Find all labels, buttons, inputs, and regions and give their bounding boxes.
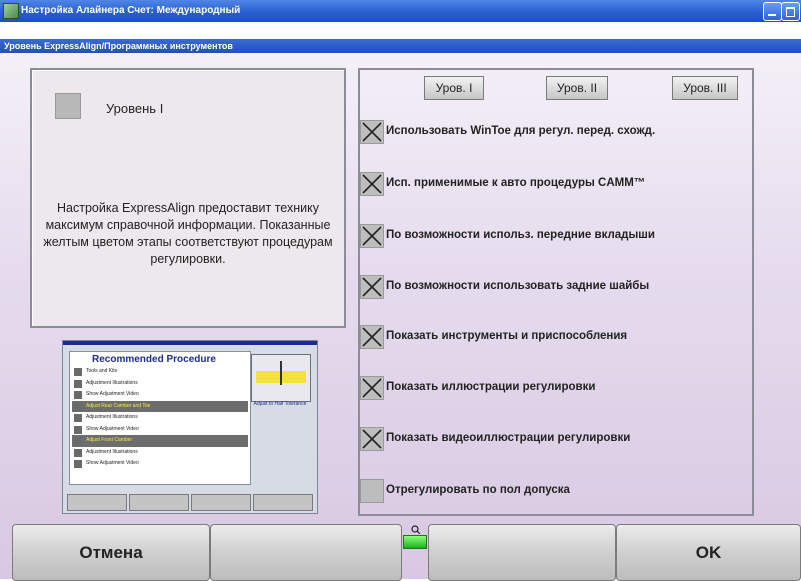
preview-list-title: Recommended Procedure	[92, 354, 216, 365]
preview-gauge-caption: Adjust to Half Tolerance	[253, 401, 307, 407]
softkey-3-button[interactable]	[428, 524, 616, 581]
maximize-button[interactable]	[781, 2, 800, 21]
minimize-button[interactable]	[763, 2, 782, 21]
x-mark-icon	[362, 226, 382, 246]
option-label: Показать инструменты и приспособления	[386, 330, 628, 342]
preview-row: Show Adjustment Video	[72, 424, 248, 436]
section-header: Уровень ExpressAlign/Программных инструм…	[0, 39, 801, 53]
level-2-button[interactable]: Уров. II	[546, 76, 608, 100]
level-1-button[interactable]: Уров. I	[424, 76, 484, 100]
option-label: По возможности использ. передние вкладыш…	[386, 229, 655, 241]
option-checkbox[interactable]	[360, 275, 384, 299]
x-mark-icon	[362, 277, 382, 297]
preview-top-bar	[63, 341, 317, 345]
preview-row: Show Adjustment Video	[72, 389, 248, 401]
window-titlebar: Настройка Алайнера Счет: Международный	[0, 0, 801, 22]
option-checkbox[interactable]	[360, 427, 384, 451]
x-mark-icon	[362, 429, 382, 449]
x-mark-icon	[362, 174, 382, 194]
option-checkbox[interactable]	[360, 120, 384, 144]
status-indicator	[403, 535, 427, 549]
option-checkbox[interactable]	[360, 224, 384, 248]
app-icon	[3, 3, 19, 19]
camera-icon	[411, 525, 421, 534]
option-label: Показать видеоиллюстрации регулировки	[386, 432, 631, 444]
preview-gauge	[251, 354, 311, 402]
preview-row: Adjustment Illustrations	[72, 378, 248, 390]
preview-tabs	[67, 494, 313, 511]
preview-procedure-list: Recommended Procedure Tools and Kits Adju…	[69, 351, 251, 485]
level-color-swatch	[55, 93, 81, 119]
preview-row: Show Adjustment Video	[72, 458, 248, 470]
preview-gauge-needle	[280, 361, 282, 385]
preview-tab	[253, 494, 313, 511]
window-title: Настройка Алайнера Счет: Международный	[21, 5, 241, 16]
option-checkbox[interactable]	[360, 172, 384, 196]
preview-tab	[129, 494, 189, 511]
option-label: Использовать WinToe для регул. перед. сх…	[386, 125, 656, 137]
section-header-text: Уровень ExpressAlign/Программных инструм…	[4, 41, 233, 51]
x-mark-icon	[362, 122, 382, 142]
option-label: По возможности использовать задние шайбы	[386, 280, 650, 292]
preview-row: Tools and Kits	[72, 366, 248, 378]
x-mark-icon	[362, 327, 382, 347]
option-checkbox[interactable]	[360, 376, 384, 400]
level-description: Настройка ExpressAlign предоставит техни…	[43, 201, 333, 266]
x-mark-icon	[362, 378, 382, 398]
option-label: Показать иллюстрации регулировки	[386, 381, 596, 393]
procedure-preview-image: Recommended Procedure Tools and Kits Adju…	[62, 340, 318, 514]
preview-row: Adjustment Illustrations	[72, 447, 248, 459]
preview-row: Adjustment Illustrations	[72, 412, 248, 424]
preview-tab	[67, 494, 127, 511]
level-3-button[interactable]: Уров. III	[672, 76, 738, 100]
option-label: Исп. применимые к авто процедуры CAMM™	[386, 177, 646, 189]
preview-row: Adjust Rear Camber and Toe	[72, 400, 248, 412]
option-checkbox[interactable]	[360, 479, 384, 503]
preview-rows: Tools and Kits Adjustment Illustrations Sh…	[72, 366, 248, 470]
preview-row: Adjust Front Camber	[72, 435, 248, 447]
preview-tab	[191, 494, 251, 511]
ok-button[interactable]: OK	[616, 524, 801, 581]
cancel-button[interactable]: Отмена	[12, 524, 210, 581]
softkey-2-button[interactable]	[210, 524, 402, 581]
level-title: Уровень I	[106, 101, 164, 116]
option-label: Отрегулировать по пол допуска	[386, 484, 570, 496]
option-checkbox[interactable]	[360, 325, 384, 349]
